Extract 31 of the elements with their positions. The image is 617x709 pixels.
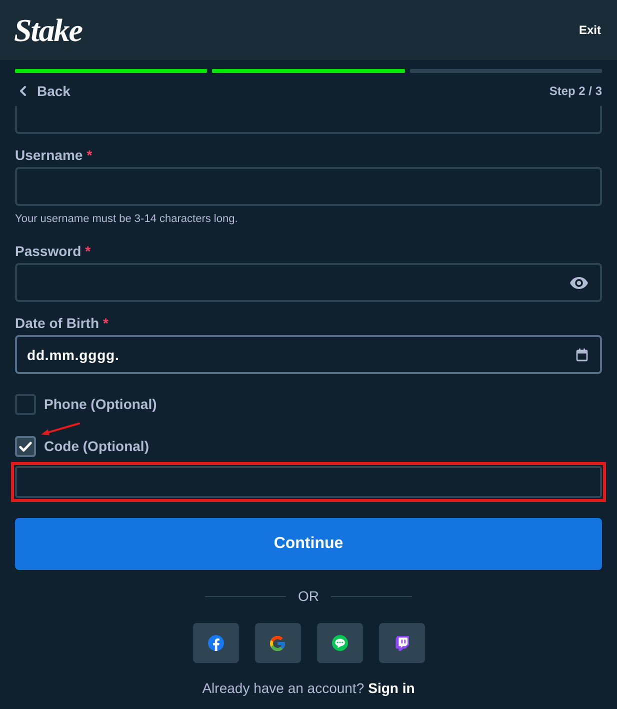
checkbox-label: Phone (Optional) bbox=[44, 396, 157, 413]
calendar-icon[interactable] bbox=[576, 348, 588, 361]
input-field[interactable] bbox=[15, 106, 602, 134]
chevron-left-icon bbox=[19, 86, 27, 96]
social-login-button[interactable] bbox=[316, 623, 362, 663]
step-indicator: Step 2 / 3 bbox=[549, 84, 602, 98]
back-button[interactable]: Back bbox=[15, 82, 70, 100]
hint-text: Your username must be 3-14 characters long. bbox=[15, 212, 238, 226]
sign-in-link[interactable]: Sign in bbox=[368, 680, 415, 697]
password-field[interactable] bbox=[15, 263, 602, 302]
text-field[interactable] bbox=[15, 167, 602, 206]
date-field[interactable]: dd.mm.gggg. bbox=[15, 335, 602, 374]
social-login-button[interactable] bbox=[192, 623, 238, 663]
twitch-icon bbox=[394, 636, 408, 650]
eye-icon[interactable] bbox=[570, 276, 588, 288]
checkbox-label: Code (Optional) bbox=[44, 438, 149, 455]
continue-button[interactable]: Continue bbox=[15, 518, 602, 570]
chat-bubble-icon bbox=[332, 635, 348, 651]
exit-button[interactable]: Exit bbox=[578, 23, 601, 37]
field-label: Date of Birth * bbox=[15, 315, 108, 332]
google-icon bbox=[270, 636, 285, 650]
divider-label: OR bbox=[298, 588, 319, 605]
logo: Stake bbox=[14, 14, 82, 46]
field-label: Username * bbox=[15, 147, 92, 164]
field-label: Password * bbox=[15, 243, 91, 260]
checkbox[interactable] bbox=[15, 436, 36, 457]
facebook-icon bbox=[208, 635, 224, 651]
social-login-button[interactable] bbox=[378, 623, 424, 663]
checkbox[interactable] bbox=[15, 394, 36, 415]
signin-prompt: Already have an account? bbox=[202, 680, 364, 697]
checkmark-icon bbox=[19, 441, 32, 452]
